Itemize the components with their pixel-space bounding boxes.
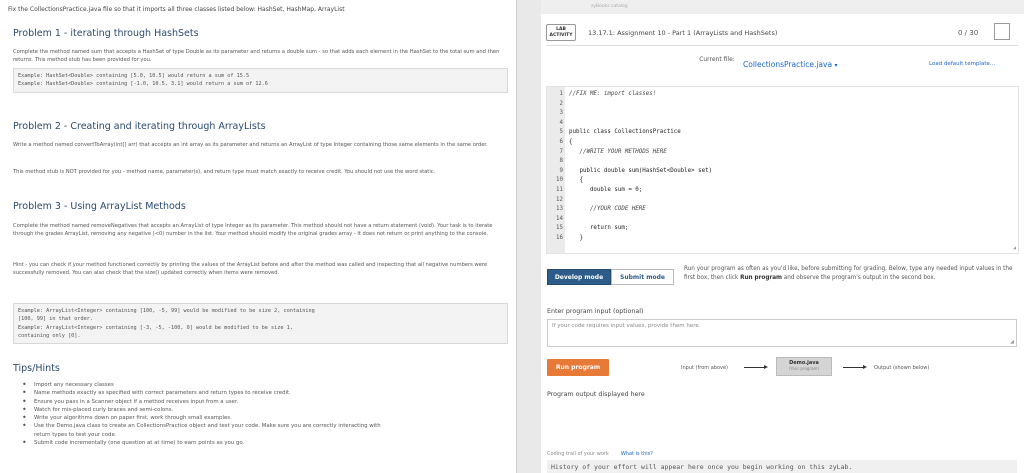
- file-dropdown-value: CollectionsPractice.java: [743, 60, 833, 69]
- code-line[interactable]: {: [569, 177, 583, 183]
- tip-item: Name methods exactly as specified with c…: [22, 389, 502, 397]
- line-number: 1: [559, 91, 564, 97]
- chevron-down-icon: ▾: [834, 62, 838, 69]
- program-input-field[interactable]: If your code requires input values, prov…: [547, 319, 1017, 347]
- tip-item-continued: return types to test your code.: [34, 431, 117, 438]
- tip-item: Import any necessary classes: [22, 381, 502, 389]
- p1-example-1: Example: HashSet<Double> containing [5.0…: [18, 73, 250, 79]
- line-number: 4: [559, 119, 564, 126]
- arrow-right-icon: [843, 365, 867, 369]
- tips-title: Tips/Hints: [13, 363, 60, 374]
- code-line[interactable]: double sum = 0;: [569, 187, 642, 193]
- p3-example-1: Example: ArrayList<Integer> containing […: [18, 308, 315, 323]
- problem-2-text-2: This method stub is NOT provided for you…: [13, 169, 436, 175]
- tip-item: Ensure you pass in a Scanner object if a…: [22, 398, 502, 406]
- breadcrumb[interactable]: zyBooks catalog: [541, 0, 1024, 14]
- run-description: Run your program as often as you'd like,…: [684, 265, 1014, 282]
- code-line[interactable]: //FIX ME: import classes!: [569, 91, 656, 97]
- tips-list: Import any necessary classes Name method…: [22, 381, 502, 447]
- coding-trail: Coding trail of your work What is this?: [547, 451, 653, 457]
- tip-item: Submit code incrementally (one question …: [22, 439, 502, 447]
- line-number: 13: [556, 206, 563, 213]
- load-default-template-link[interactable]: Load default template...: [929, 61, 995, 67]
- instructions-pane: Fix the CollectionsPractice.java file so…: [0, 0, 517, 473]
- problem-3-examples: Example: ArrayList<Integer> containing […: [13, 303, 508, 345]
- program-output-label: Program output displayed here: [547, 391, 645, 398]
- problem-1-examples: Example: HashSet<Double> containing [5.0…: [13, 68, 508, 93]
- demo-program-box: Demo.java (Your program): [776, 357, 832, 376]
- tip-item: Write your algorithms down on paper firs…: [22, 414, 502, 422]
- problem-2-title: Problem 2 - Creating and iterating throu…: [13, 121, 266, 132]
- badge-line-1: LAB: [556, 27, 566, 32]
- problem-3-text-1: Complete the method named removeNegative…: [13, 223, 493, 238]
- badge-line-2: ACTIVITY: [549, 33, 573, 38]
- code-line[interactable]: }: [569, 235, 583, 241]
- p1-example-2: Example: HashSet<Double> containing [-1.…: [18, 81, 268, 88]
- code-line[interactable]: //YOUR CODE HERE: [569, 206, 646, 212]
- code-line[interactable]: public class CollectionsPractice: [569, 129, 681, 135]
- tip-item: Use the Demo.java class to create an Col…: [22, 422, 502, 430]
- file-dropdown[interactable]: CollectionsPractice.java ▾: [743, 60, 837, 69]
- resize-handle-icon[interactable]: ◢: [1013, 245, 1016, 251]
- line-number: 7: [559, 148, 564, 155]
- line-number: 3: [559, 110, 564, 117]
- problem-3-title: Problem 3 - Using ArrayList Methods: [13, 201, 186, 212]
- code-line[interactable]: {: [569, 139, 573, 145]
- input-label: Enter program input (optional): [547, 308, 644, 315]
- line-number: 16: [556, 235, 563, 241]
- resize-handle-icon[interactable]: ◢: [1010, 339, 1014, 345]
- tip-item: Watch for mis-placed curly braces and se…: [22, 406, 502, 414]
- score-display: 0 / 30: [958, 29, 979, 37]
- problem-1-text: Complete the method named sum that accep…: [13, 49, 500, 64]
- completion-box: [994, 23, 1010, 40]
- line-number: 15: [556, 225, 563, 232]
- code-editor[interactable]: 1 //FIX ME: import classes! 2 3 4 5 public cla…: [546, 86, 1019, 254]
- lab-pane: zyBooks catalog LAB ACTIVITY 13.17.1: As…: [541, 0, 1024, 473]
- line-number: 14: [556, 215, 563, 222]
- problem-2-text-1: Write a method named convertToArray(int[…: [13, 142, 488, 148]
- line-number: 12: [556, 196, 563, 203]
- line-number: 2: [559, 100, 564, 107]
- header-divider: [546, 45, 1018, 46]
- code-line[interactable]: return sum;: [569, 225, 628, 231]
- code-line[interactable]: //WRITE YOUR METHODS HERE: [569, 149, 666, 155]
- line-number: 9: [559, 167, 564, 174]
- input-placeholder: If your code requires input values, prov…: [552, 323, 701, 329]
- intro-text: Fix the CollectionsPractice.java file so…: [8, 6, 345, 13]
- line-number: 6: [559, 139, 564, 145]
- run-desc-2: and observe the program's output in the …: [781, 274, 936, 281]
- flow-input-label: Input (from above): [681, 365, 728, 371]
- run-desc-bold: Run program: [740, 274, 782, 281]
- arrow-right-icon: [744, 365, 768, 369]
- coding-trail-label: Coding trail of your work: [547, 451, 609, 457]
- lab-activity-badge: LAB ACTIVITY: [546, 24, 576, 41]
- pane-splitter[interactable]: [517, 0, 541, 473]
- history-box: History of your effort will appear here …: [547, 460, 1017, 473]
- code-line[interactable]: public double sum(HashSet<Double> set): [569, 168, 712, 174]
- p3-example-2: Example: ArrayList<Integer> containing […: [18, 324, 293, 339]
- run-program-button[interactable]: Run program: [547, 359, 609, 376]
- flow-output-label: Output (shown below): [874, 365, 930, 371]
- current-file-label: Current file:: [699, 56, 735, 63]
- demo-file-label: Demo.java: [789, 360, 819, 366]
- line-number: 10: [556, 177, 563, 184]
- line-number: 11: [556, 187, 563, 193]
- line-number: 5: [559, 129, 564, 136]
- problem-3-text-2: Hint - you can check if your method func…: [13, 262, 488, 277]
- submit-mode-button[interactable]: Submit mode: [611, 269, 674, 285]
- demo-sub-label: (Your program): [788, 366, 819, 371]
- whats-this-link[interactable]: What is this?: [621, 451, 653, 457]
- assignment-title: 13.17.1: Assignment 10 - Part 1 (ArrayLi…: [588, 29, 778, 37]
- problem-1-title: Problem 1 - iterating through HashSets: [13, 28, 199, 39]
- line-number: 8: [559, 158, 564, 165]
- develop-mode-button[interactable]: Develop mode: [547, 269, 611, 285]
